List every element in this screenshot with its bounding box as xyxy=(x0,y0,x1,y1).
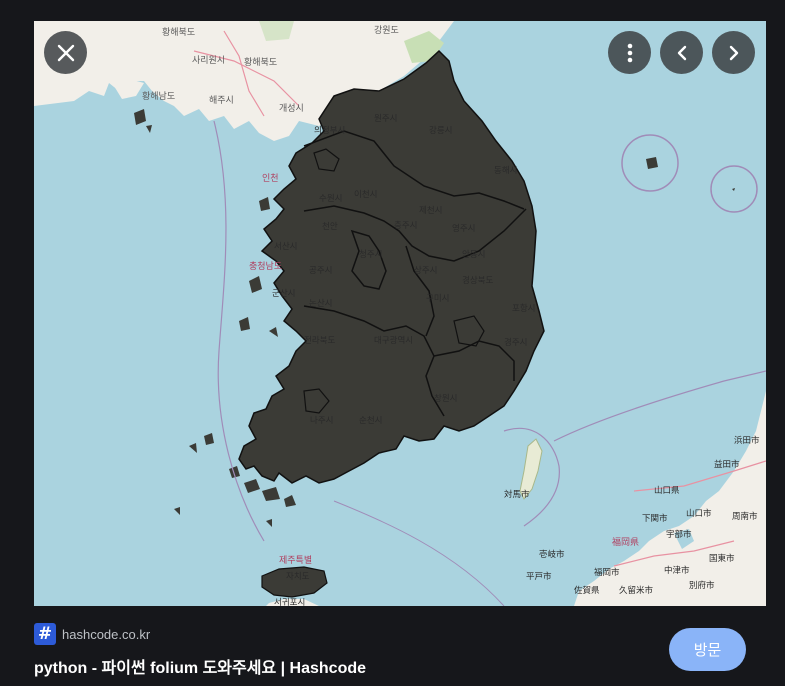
visit-button[interactable]: 방문 xyxy=(669,628,746,671)
map-label: 천안 xyxy=(322,221,338,232)
map-image[interactable]: 강원도 황해북도 사리원시 황해북도 황해남도 해주시 개성시 의정부시 강릉시… xyxy=(34,21,766,606)
map-label: 공주시 xyxy=(309,266,332,276)
map-label: 상주시 xyxy=(414,265,437,276)
map-label: 下関市 xyxy=(642,513,668,524)
map-label: 논산시 xyxy=(309,298,332,309)
map-label: 壱岐市 xyxy=(539,549,565,560)
chevron-left-icon xyxy=(677,45,686,60)
map-label: 구미시 xyxy=(426,294,449,304)
map-label: 益田市 xyxy=(714,459,740,470)
map-label: 동해시 xyxy=(494,166,517,176)
map-label: 제천시 xyxy=(419,205,442,216)
map-label: 서산시 xyxy=(274,241,297,252)
map-label: 황해북도 xyxy=(162,27,195,38)
map-label: 別府市 xyxy=(689,580,715,591)
map-label: 대구광역시 xyxy=(374,335,413,346)
map-label: 영주시 xyxy=(452,223,475,234)
map-label: 의정부시 xyxy=(314,125,345,136)
chevron-right-icon xyxy=(729,45,738,60)
map-label: 인천 xyxy=(262,173,279,184)
previous-image-button[interactable] xyxy=(660,31,703,74)
map-label: 강원도 xyxy=(374,25,399,36)
map-label: 청주시 xyxy=(359,250,382,260)
map-label: 国東市 xyxy=(709,553,735,564)
more-options-button[interactable] xyxy=(608,31,651,74)
map-label: 福岡県 xyxy=(612,536,639,548)
map-label: 中津市 xyxy=(664,565,690,576)
map-label: 개성시 xyxy=(279,103,304,114)
map-label: 해주시 xyxy=(209,95,234,106)
map-label: 창원시 xyxy=(434,394,457,404)
map-label: 강릉시 xyxy=(429,125,452,136)
map-label: 순천시 xyxy=(359,415,382,426)
map-label: 포항시 xyxy=(512,304,535,314)
korea-folium-map: 강원도 황해북도 사리원시 황해북도 황해남도 해주시 개성시 의정부시 강릉시… xyxy=(34,21,766,606)
map-label: 周南市 xyxy=(732,511,758,522)
map-label: 平戸市 xyxy=(526,571,552,582)
map-label: 원주시 xyxy=(374,114,397,124)
map-label: 이천시 xyxy=(354,189,377,200)
map-label: 久留米市 xyxy=(619,585,654,596)
map-label: 경주시 xyxy=(504,337,527,348)
map-label: 佐賀県 xyxy=(574,585,600,596)
close-button[interactable] xyxy=(44,31,87,74)
map-label: 宇部市 xyxy=(666,529,692,540)
map-label: 山口市 xyxy=(686,508,712,519)
map-label: 충주시 xyxy=(394,221,417,231)
map-label: 수원시 xyxy=(319,194,342,204)
close-icon xyxy=(57,44,74,61)
map-label: 제주특별 xyxy=(279,555,312,566)
image-viewer: 강원도 황해북도 사리원시 황해북도 황해남도 해주시 개성시 의정부시 강릉시… xyxy=(0,0,785,686)
map-label: 충청남도 xyxy=(249,261,282,272)
more-vert-icon xyxy=(627,43,632,62)
map-label: 전라북도 xyxy=(304,335,335,346)
map-label: 황해남도 xyxy=(142,91,175,102)
map-label: 福岡市 xyxy=(594,567,620,578)
map-label: 사리원시 xyxy=(192,55,225,66)
map-label: 안동시 xyxy=(462,249,485,260)
map-label: 자치도 xyxy=(286,572,310,582)
map-label: 対馬市 xyxy=(504,489,530,500)
map-label: 山口県 xyxy=(654,485,680,496)
hashcode-favicon-icon: # xyxy=(34,623,56,645)
source-info[interactable]: # hashcode.co.kr xyxy=(34,623,150,645)
map-label: 浜田市 xyxy=(734,435,760,446)
next-image-button[interactable] xyxy=(712,31,755,74)
map-label: 황해북도 xyxy=(244,57,277,68)
map-label: 서귀포시 xyxy=(274,597,305,606)
map-label: 나주시 xyxy=(310,416,333,426)
source-domain[interactable]: hashcode.co.kr xyxy=(62,627,150,642)
map-label: 군산시 xyxy=(272,288,295,299)
page-title-link[interactable]: python - 파이썬 folium 도와주세요 | Hashcode xyxy=(34,654,366,678)
map-label: 경상북도 xyxy=(462,275,493,286)
